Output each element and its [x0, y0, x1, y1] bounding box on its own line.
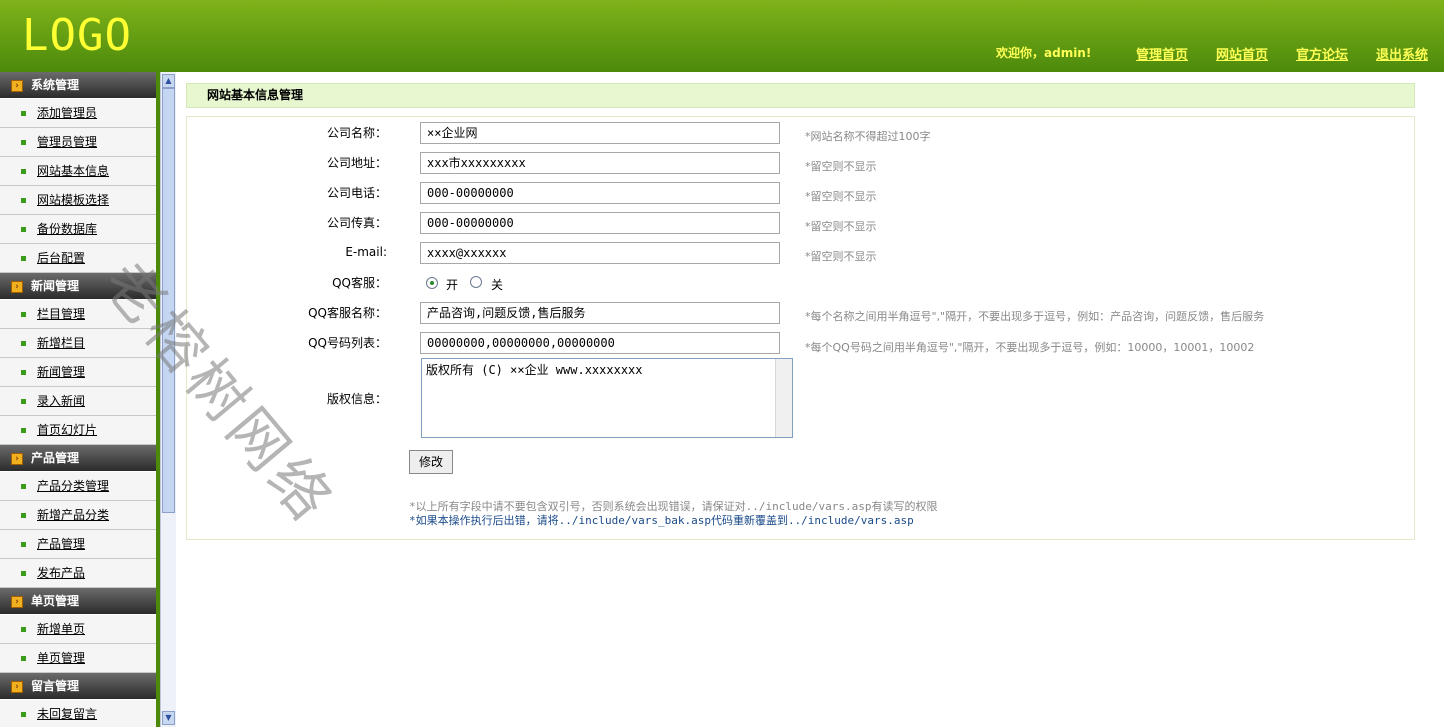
qq-numbers-label: QQ号码列表： — [308, 336, 387, 350]
company-fax-input[interactable]: 000-00000000 — [420, 212, 780, 234]
sidebar-item-column-manage[interactable]: 栏目管理 — [0, 300, 156, 329]
sidebar-item-add-page[interactable]: 新增单页 — [0, 615, 156, 644]
company-name-label: 公司名称： — [326, 126, 387, 140]
qq-service-off-radio[interactable] — [470, 276, 482, 288]
scroll-down-icon[interactable]: ▼ — [162, 711, 175, 725]
bullet-icon — [21, 198, 26, 203]
company-fax-hint: *留空则不显示 — [805, 220, 877, 233]
logo: LOGO — [22, 10, 132, 61]
bullet-icon — [21, 111, 26, 116]
nav-site-home-link[interactable]: 网站首页 — [1216, 44, 1268, 63]
company-address-hint: *留空则不显示 — [805, 160, 877, 173]
company-address-input[interactable]: xxx市xxxxxxxxx — [420, 152, 780, 174]
copyright-label: 版权信息： — [326, 392, 387, 406]
bullet-icon — [21, 399, 26, 404]
nav-forum-link[interactable]: 官方论坛 — [1296, 44, 1348, 63]
bullet-icon — [21, 256, 26, 261]
sidebar-section-messages[interactable]: › 留言管理 — [0, 673, 156, 700]
email-label: E-mail: — [345, 245, 387, 259]
site-info-form: 公司名称： ××企业网 *网站名称不得超过100字 公司地址： xxx市xxxx… — [186, 116, 1415, 540]
copyright-textarea[interactable]: 版权所有 (C) ××企业 www.xxxxxxxx — [421, 358, 793, 438]
bullet-icon — [21, 571, 26, 576]
sidebar-item-product-manage[interactable]: 产品管理 — [0, 530, 156, 559]
nav-logout-link[interactable]: 退出系统 — [1376, 44, 1428, 63]
main-content: 网站基本信息管理 公司名称： ××企业网 *网站名称不得超过100字 公司地址：… — [186, 83, 1415, 540]
section-arrow-icon: › — [11, 596, 23, 608]
email-input[interactable]: xxxx@xxxxxx — [420, 242, 780, 264]
sidebar-section-pages[interactable]: › 单页管理 — [0, 588, 156, 615]
company-name-input[interactable]: ××企业网 — [420, 122, 780, 144]
recovery-note: *如果本操作执行后出错，请将../include/vars_bak.asp代码重… — [409, 514, 914, 527]
scrollbar-thumb[interactable] — [162, 88, 175, 513]
sidebar-item-config[interactable]: 后台配置 — [0, 244, 156, 273]
section-arrow-icon: › — [11, 80, 23, 92]
sidebar-item-slideshow[interactable]: 首页幻灯片 — [0, 416, 156, 445]
bullet-icon — [21, 341, 26, 346]
section-arrow-icon: › — [11, 681, 23, 693]
sidebar-item-site-info[interactable]: 网站基本信息 — [0, 157, 156, 186]
bullet-icon — [21, 312, 26, 317]
sidebar-item-page-manage[interactable]: 单页管理 — [0, 644, 156, 673]
company-phone-label: 公司电话： — [326, 186, 387, 200]
sidebar-section-news[interactable]: › 新闻管理 — [0, 273, 156, 300]
bullet-icon — [21, 513, 26, 518]
sidebar-item-news-manage[interactable]: 新闻管理 — [0, 358, 156, 387]
sidebar-item-add-admin[interactable]: 添加管理员 — [0, 99, 156, 128]
copyright-text: 版权所有 (C) ××企业 www.xxxxxxxx — [426, 363, 643, 377]
qq-numbers-hint: *每个QQ号码之间用半角逗号","隔开，不要出现多于逗号，例如：10000，10… — [805, 341, 1255, 354]
bullet-icon — [21, 140, 26, 145]
sidebar-menu: › 系统管理 添加管理员 管理员管理 网站基本信息 网站模板选择 备份数据库 后台… — [0, 72, 160, 727]
email-hint: *留空则不显示 — [805, 250, 877, 263]
bullet-icon — [21, 169, 26, 174]
qq-names-label: QQ客服名称： — [308, 306, 387, 320]
bullet-icon — [21, 370, 26, 375]
bullet-icon — [21, 542, 26, 547]
company-name-hint: *网站名称不得超过100字 — [805, 130, 931, 143]
scroll-up-icon[interactable]: ▲ — [162, 74, 175, 88]
qq-numbers-input[interactable]: 00000000,00000000,00000000 — [420, 332, 780, 354]
sidebar-item-backup[interactable]: 备份数据库 — [0, 215, 156, 244]
sidebar-section-products[interactable]: › 产品管理 — [0, 445, 156, 472]
sidebar-section-system[interactable]: › 系统管理 — [0, 72, 156, 99]
sidebar-item-admin-manage[interactable]: 管理员管理 — [0, 128, 156, 157]
section-arrow-icon: › — [11, 281, 23, 293]
sidebar-item-product-category[interactable]: 产品分类管理 — [0, 472, 156, 501]
qq-names-input[interactable]: 产品咨询,问题反馈,售后服务 — [420, 302, 780, 324]
qq-service-off-label: 关 — [491, 278, 504, 292]
bullet-icon — [21, 656, 26, 661]
bullet-icon — [21, 712, 26, 717]
textarea-scrollbar[interactable] — [775, 359, 792, 437]
sidebar-item-add-news[interactable]: 录入新闻 — [0, 387, 156, 416]
qq-names-hint: *每个名称之间用半角逗号","隔开，不要出现多于逗号，例如：产品咨询，问题反馈，… — [805, 310, 1265, 323]
submit-button[interactable]: 修改 — [409, 450, 453, 474]
section-arrow-icon: › — [11, 453, 23, 465]
bullet-icon — [21, 627, 26, 632]
company-fax-label: 公司传真： — [326, 216, 387, 230]
sidebar-item-template[interactable]: 网站模板选择 — [0, 186, 156, 215]
sidebar-item-unreplied[interactable]: 未回复留言 — [0, 700, 156, 727]
qq-service-label: QQ客服： — [332, 276, 387, 290]
sidebar-item-publish-product[interactable]: 发布产品 — [0, 559, 156, 588]
sidebar-item-add-product-category[interactable]: 新增产品分类 — [0, 501, 156, 530]
sidebar-item-add-column[interactable]: 新增栏目 — [0, 329, 156, 358]
page-title: 网站基本信息管理 — [186, 83, 1415, 108]
qq-service-on-radio[interactable] — [426, 277, 438, 289]
nav-admin-home-link[interactable]: 管理首页 — [1136, 44, 1188, 63]
company-phone-input[interactable]: 000-00000000 — [420, 182, 780, 204]
company-address-label: 公司地址： — [326, 156, 387, 170]
sidebar-scrollbar[interactable]: ▲ ▼ — [160, 72, 176, 727]
top-header: LOGO 欢迎你，admin! 管理首页 网站首页 官方论坛 退出系统 — [0, 0, 1444, 72]
bullet-icon — [21, 484, 26, 489]
qq-service-on-label: 开 — [446, 278, 459, 292]
welcome-text: 欢迎你，admin! — [996, 46, 1092, 60]
bullet-icon — [21, 428, 26, 433]
bullet-icon — [21, 227, 26, 232]
company-phone-hint: *留空则不显示 — [805, 190, 877, 203]
